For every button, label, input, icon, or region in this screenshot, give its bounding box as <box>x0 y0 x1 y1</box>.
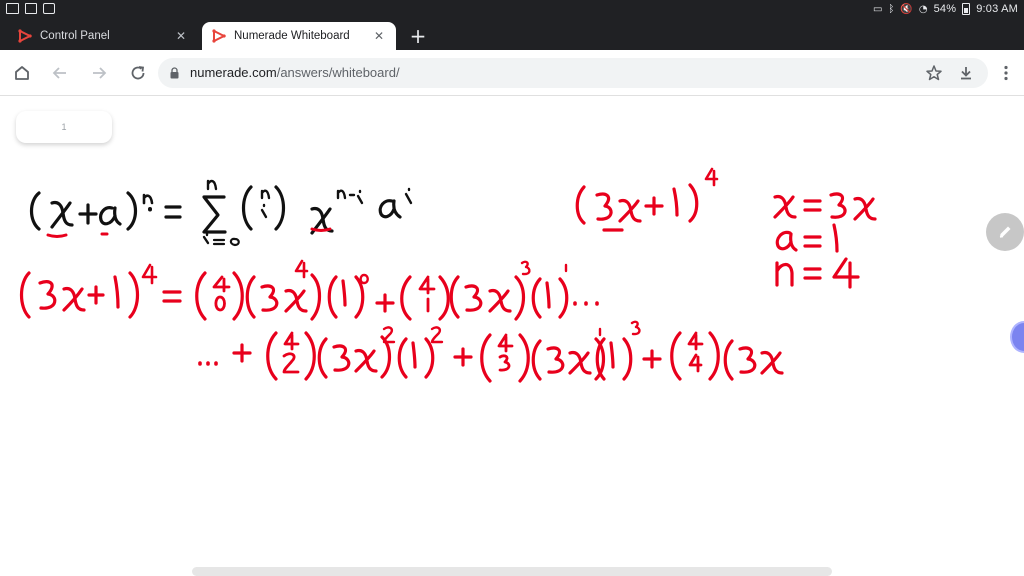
close-icon[interactable]: ✕ <box>174 29 188 43</box>
window-notification-icon <box>43 3 55 14</box>
numerade-favicon-icon <box>212 29 226 43</box>
cast-icon: ▭ <box>872 3 883 15</box>
status-bar: ▭ ᛒ 🔇 ◔ 54% 9:03 AM <box>0 0 1024 20</box>
battery-icon <box>962 3 971 15</box>
battery-percent: 54% <box>933 3 957 15</box>
forward-arrow-icon[interactable] <box>87 61 111 85</box>
whiteboard-canvas[interactable] <box>0 97 1024 576</box>
video-notification-icon <box>6 3 19 14</box>
binomial-underline-marks <box>46 227 332 238</box>
wifi-icon: ◔ <box>918 3 928 15</box>
expansion-line-2 <box>198 320 784 383</box>
tab-strip: Control Panel ✕ Numerade Whiteboard ✕ + <box>0 20 1024 50</box>
expression-3x-plus-1-power-4 <box>575 167 719 232</box>
url-host: numerade.com <box>190 65 277 80</box>
binomial-theorem-formula <box>29 179 413 247</box>
browser-toolbar: numerade.com/answers/whiteboard/ <box>0 50 1024 96</box>
url-text: numerade.com/answers/whiteboard/ <box>190 65 400 80</box>
tab-control-panel[interactable]: Control Panel ✕ <box>8 22 198 50</box>
horizontal-scrollbar[interactable] <box>192 567 832 576</box>
lock-icon <box>170 67 179 79</box>
download-icon[interactable] <box>954 61 978 85</box>
close-icon[interactable]: ✕ <box>372 29 386 43</box>
image-notification-icon <box>25 3 37 14</box>
substitution-x-equals-3x <box>773 192 877 221</box>
bookmark-star-icon[interactable] <box>922 61 946 85</box>
substitution-n-equals-4 <box>775 257 860 289</box>
expansion-line-1 <box>19 259 599 321</box>
whiteboard-page: 1 <box>0 97 1024 576</box>
home-icon[interactable] <box>10 61 34 85</box>
page-number: 1 <box>61 122 67 132</box>
url-path: /answers/whiteboard/ <box>276 65 400 80</box>
new-tab-plus-icon[interactable]: + <box>406 24 430 48</box>
bluetooth-icon: ᛒ <box>888 3 895 15</box>
clock: 9:03 AM <box>976 3 1018 15</box>
page-tab[interactable]: 1 <box>16 111 112 143</box>
tab-title: Numerade Whiteboard <box>234 30 350 42</box>
address-bar[interactable]: numerade.com/answers/whiteboard/ <box>158 58 988 88</box>
more-vert-icon[interactable] <box>994 61 1018 85</box>
tab-title: Control Panel <box>40 30 110 42</box>
back-arrow-icon[interactable] <box>48 61 72 85</box>
reload-icon[interactable] <box>126 61 150 85</box>
mute-icon: 🔇 <box>900 3 913 15</box>
pencil-icon[interactable] <box>986 213 1024 251</box>
tab-numerade-whiteboard[interactable]: Numerade Whiteboard ✕ <box>202 22 396 50</box>
substitution-a-equals-1 <box>775 223 839 253</box>
numerade-favicon-icon <box>18 29 32 43</box>
